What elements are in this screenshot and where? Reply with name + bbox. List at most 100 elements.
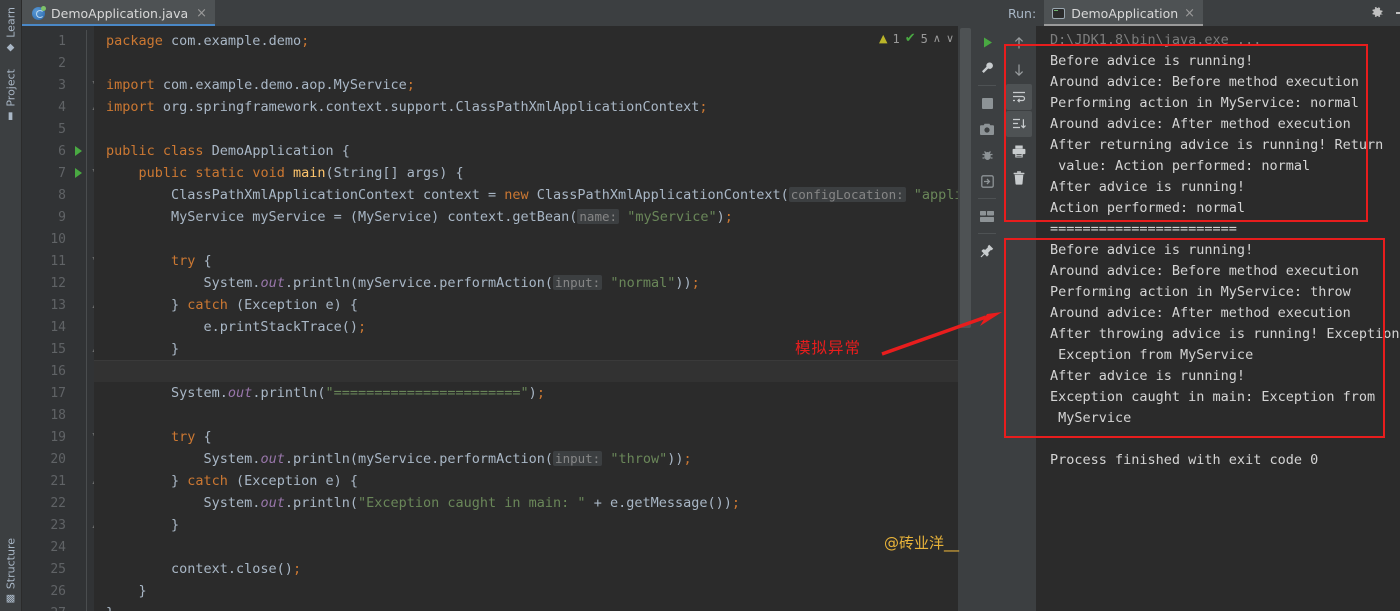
code-line[interactable]: } catch (Exception e) { — [94, 470, 972, 492]
code-line[interactable]: System.out.println(myService.performActi… — [94, 448, 972, 470]
console-line: After advice is running! — [1050, 368, 1246, 384]
editor-scrollbar[interactable] — [958, 26, 972, 611]
code-line[interactable] — [94, 118, 972, 140]
minimize-icon[interactable] — [1395, 12, 1400, 14]
gutter-line[interactable]: 20 — [22, 448, 94, 470]
close-icon[interactable]: × — [196, 7, 207, 20]
gutter-line[interactable]: 9 — [22, 206, 94, 228]
scrollbar-thumb[interactable] — [960, 28, 971, 328]
code-line[interactable]: } catch (Exception e) { — [94, 294, 972, 316]
gutter-line[interactable]: 26 — [22, 580, 94, 602]
code-line[interactable]: } — [94, 338, 972, 360]
bug-icon[interactable] — [975, 143, 999, 167]
gutter-line[interactable]: 11▽ — [22, 250, 99, 272]
gutter-line[interactable]: 13△ — [22, 294, 99, 316]
gutter-line[interactable]: 1 — [22, 30, 94, 52]
run-gutter-icon[interactable] — [75, 168, 82, 178]
gutter-line[interactable]: 7▽ — [22, 162, 99, 184]
gutter-line[interactable]: 14 — [22, 316, 94, 338]
scroll-down-button[interactable] — [1006, 57, 1032, 83]
console-tab-label: DemoApplication — [1071, 5, 1179, 21]
gutter-line[interactable]: 24 — [22, 536, 94, 558]
print-button[interactable] — [1006, 138, 1032, 164]
code-line[interactable]: ClassPathXmlApplicationContext context =… — [94, 184, 972, 206]
gutter-line[interactable]: 8 — [22, 184, 94, 206]
close-icon[interactable]: × — [1184, 6, 1195, 21]
gutter-line[interactable]: 3▽ — [22, 74, 99, 96]
stop-button[interactable] — [975, 91, 999, 115]
export-icon[interactable] — [975, 169, 999, 193]
gutter-line[interactable]: 4△ — [22, 96, 99, 118]
gutter-line[interactable]: 23△ — [22, 514, 99, 536]
gutter-line[interactable]: 27 — [22, 602, 94, 611]
gutter-line[interactable]: 2 — [22, 52, 94, 74]
editor-gutter[interactable]: 123▽4△567▽891011▽1213△1415△16171819▽2021… — [22, 26, 99, 611]
code-line[interactable]: System.out.println("Exception caught in … — [94, 492, 972, 514]
code-line[interactable] — [94, 360, 972, 382]
code-line[interactable]: System.out.println("====================… — [94, 382, 972, 404]
gear-icon[interactable] — [1370, 6, 1384, 20]
scroll-to-end-button[interactable] — [1006, 111, 1032, 137]
sidebar-item-structure[interactable]: ▩ Structure — [0, 535, 22, 607]
code-line[interactable]: System.out.println(myService.performActi… — [94, 272, 972, 294]
code-line[interactable]: } — [94, 514, 972, 536]
warning-triangle-icon: ▲ — [879, 32, 888, 45]
console-tab-demoapplication[interactable]: DemoApplication × — [1044, 0, 1204, 26]
gutter-line[interactable]: 21△ — [22, 470, 99, 492]
wrench-icon[interactable] — [975, 56, 999, 80]
gutter-line[interactable]: 22 — [22, 492, 94, 514]
gutter-line[interactable]: 19▽ — [22, 426, 99, 448]
console-line: Before advice is running! — [1050, 242, 1254, 258]
scroll-up-button[interactable] — [1006, 30, 1032, 56]
code-line[interactable]: public static void main(String[] args) { — [94, 162, 972, 184]
code-line[interactable]: MyService myService = (MyService) contex… — [94, 206, 972, 228]
gutter-line[interactable]: 12 — [22, 272, 94, 294]
code-line[interactable]: context.close(); — [94, 558, 972, 580]
code-line[interactable]: e.printStackTrace(); — [94, 316, 972, 338]
code-line[interactable]: } — [94, 580, 972, 602]
code-line[interactable]: try { — [94, 250, 972, 272]
editor-body: 123▽4△567▽891011▽1213△1415△16171819▽2021… — [22, 26, 972, 611]
trash-icon[interactable] — [1006, 165, 1032, 191]
code-line[interactable]: import org.springframework.context.suppo… — [94, 96, 972, 118]
next-problem-icon[interactable]: ∨ — [946, 32, 954, 45]
console-side-toolbar — [1002, 26, 1036, 611]
console-line: Exception from MyService — [1050, 347, 1254, 363]
console-line: Around advice: Before method execution — [1050, 263, 1359, 279]
gutter-line[interactable]: 17 — [22, 382, 94, 404]
console-line: Performing action in MyService: throw — [1050, 284, 1351, 300]
code-line[interactable]: try { — [94, 426, 972, 448]
code-line[interactable]: package com.example.demo; — [94, 30, 972, 52]
console-line: Action performed: normal — [1050, 200, 1246, 216]
gutter-line[interactable]: 10 — [22, 228, 94, 250]
gutter-line[interactable]: 15△ — [22, 338, 99, 360]
run-gutter-icon[interactable] — [75, 146, 82, 156]
camera-icon[interactable] — [975, 117, 999, 141]
code-line[interactable]: import com.example.demo.aop.MyService; — [94, 74, 972, 96]
console-output[interactable]: D:\JDK1.8\bin\java.exe ... Before advice… — [1036, 26, 1400, 611]
gutter-line[interactable]: 6 — [22, 140, 94, 162]
code-line[interactable]: } — [94, 602, 972, 611]
rerun-button[interactable] — [975, 30, 999, 54]
soft-wrap-button[interactable] — [1006, 84, 1032, 110]
prev-problem-icon[interactable]: ∧ — [933, 32, 941, 45]
code-line[interactable]: public class DemoApplication { — [94, 140, 972, 162]
folder-icon: ▮ — [5, 110, 16, 122]
layout-icon[interactable] — [975, 204, 999, 228]
editor-tab-demoapplication[interactable]: DemoApplication.java × — [22, 0, 216, 26]
code-line[interactable] — [94, 536, 972, 558]
pin-icon[interactable] — [975, 239, 999, 263]
code-line[interactable] — [94, 52, 972, 74]
gutter-line[interactable]: 16 — [22, 360, 94, 382]
gutter-line[interactable]: 18 — [22, 404, 94, 426]
gutter-line[interactable]: 25 — [22, 558, 94, 580]
code-line[interactable] — [94, 228, 972, 250]
inspection-widget[interactable]: ▲ 1 ✔ 5 ∧ ∨ — [879, 31, 954, 46]
gutter-line[interactable]: 5 — [22, 118, 94, 140]
sidebar-item-project[interactable]: ▮ Project — [0, 66, 22, 125]
line-number: 5 — [58, 121, 66, 137]
code-area[interactable]: package com.example.demo; import com.exa… — [94, 26, 972, 611]
green-check-icon: ✔ — [904, 31, 916, 46]
sidebar-item-learn[interactable]: ◆ Learn — [0, 4, 22, 56]
code-line[interactable] — [94, 404, 972, 426]
